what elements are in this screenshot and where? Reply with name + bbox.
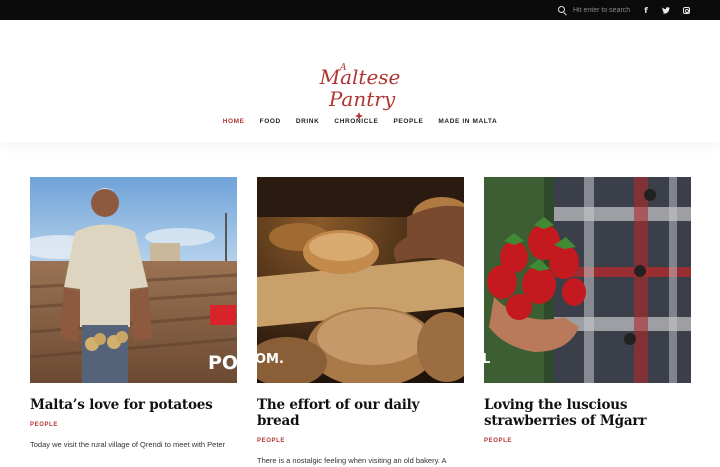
article-image-potatoes[interactable]: PO (30, 177, 237, 383)
article-category[interactable]: PEOPLE (257, 438, 464, 444)
twitter-icon[interactable] (660, 0, 672, 20)
logo-line-2: Pantry (328, 87, 396, 111)
nav-people[interactable]: PEOPLE (393, 118, 423, 125)
article-card: L Loving the luscious strawberries of Mġ… (484, 177, 691, 444)
site-logo[interactable]: A Maltese Pantry (318, 58, 402, 122)
nav-home[interactable]: HOME (223, 118, 245, 125)
article-image-bread[interactable]: OM. (257, 177, 464, 383)
search-icon[interactable] (558, 5, 567, 15)
watermark: OM. (257, 352, 284, 367)
nav-drink[interactable]: DRINK (296, 118, 320, 125)
watermark: L (484, 352, 491, 367)
article-category[interactable]: PEOPLE (484, 438, 691, 444)
article-title[interactable]: Malta’s love for potatoes (30, 397, 237, 413)
nav-made-in-malta[interactable]: MADE IN MALTA (438, 118, 497, 125)
nav-food[interactable]: FOOD (260, 118, 281, 125)
article-image-strawberries[interactable]: L (484, 177, 691, 383)
nav-chronicle[interactable]: CHRONICLE (334, 118, 378, 125)
article-card: OM. The effort of our daily bread PEOPLE… (257, 177, 464, 467)
article-excerpt: Today we visit the rural village of Qren… (30, 440, 226, 449)
instagram-icon[interactable] (680, 0, 692, 20)
article-category[interactable]: PEOPLE (30, 422, 237, 428)
main-nav: HOME FOOD DRINK CHRONICLE PEOPLE MADE IN… (0, 118, 720, 125)
site-header: A Maltese Pantry HOME FOOD DRINK CHRONIC… (0, 20, 720, 142)
search-input[interactable] (573, 3, 643, 17)
article-card: PO Malta’s love for potatoes PEOPLE Toda… (30, 177, 237, 451)
watermark: PO (208, 352, 237, 374)
article-excerpt: There is a nostalgic feeling when visiti… (257, 456, 447, 465)
top-bar: f (0, 0, 720, 20)
article-title[interactable]: Loving the luscious strawberries of Mġar… (484, 397, 691, 429)
search-bar[interactable] (558, 0, 643, 20)
facebook-icon[interactable]: f (640, 0, 652, 20)
article-title[interactable]: The effort of our daily bread (257, 397, 464, 429)
logo-line-1: Maltese (319, 65, 401, 89)
